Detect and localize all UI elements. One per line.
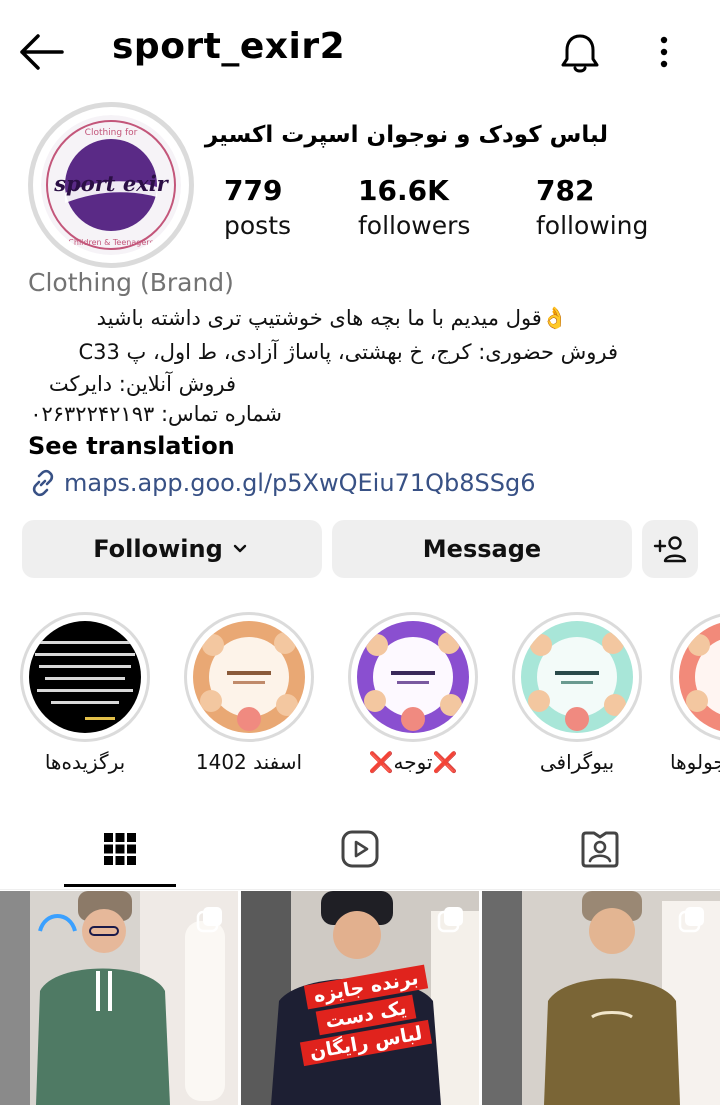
highlight-cover <box>193 621 305 733</box>
following-button[interactable]: Following <box>22 520 322 578</box>
following-count[interactable]: 782 following <box>536 174 648 240</box>
bio-line: فروش آنلاین: دایرکت <box>48 372 236 396</box>
bell-icon <box>561 34 599 73</box>
stat-label: followers <box>358 211 471 240</box>
highlight-ring <box>20 612 150 742</box>
highlight-cover-image <box>29 621 141 733</box>
logo-ring-top: Clothing for <box>85 128 138 138</box>
profile-avatar[interactable]: sport exir Clothing for Children & Teena… <box>28 102 194 268</box>
highlight-label: برگزیده‌ها <box>44 750 126 774</box>
tagged-icon <box>581 831 619 868</box>
highlight-featured[interactable]: برگزیده‌ها <box>20 612 150 774</box>
followers-count[interactable]: 16.6K followers <box>358 174 470 240</box>
bio-line: شماره تماس: ۰۲۶۳۲۲۴۲۱۹۳ <box>30 402 282 426</box>
stat-label: posts <box>224 211 292 240</box>
notifications-button[interactable] <box>556 28 604 76</box>
highlight-attention[interactable]: ❌توجه❌ <box>348 612 478 774</box>
avatar: sport exir Clothing for Children & Teena… <box>41 115 181 255</box>
more-options-button[interactable] <box>644 28 684 76</box>
add-person-icon <box>653 536 687 563</box>
message-button[interactable]: Message <box>332 520 632 578</box>
highlight-ring <box>512 612 642 742</box>
see-translation-link[interactable]: See translation <box>28 432 235 460</box>
highlight-partial[interactable]: جولوها <box>670 612 720 774</box>
post-thumbnail[interactable] <box>482 891 720 1105</box>
carousel-icon <box>196 907 222 933</box>
following-label: Following <box>93 535 223 563</box>
highlight-label: ❌توجه❌ <box>368 750 458 774</box>
highlight-ring <box>670 612 720 742</box>
stat-value: 16.6K <box>358 174 449 207</box>
chevron-down-icon <box>233 544 246 553</box>
sport-exir-logo: sport exir Clothing for Children & Teena… <box>41 115 181 255</box>
highlight-cover-image <box>521 621 633 733</box>
tab-tagged[interactable] <box>545 810 655 888</box>
highlight-label: بیوگرافی <box>539 750 615 774</box>
carousel-icon <box>678 907 704 933</box>
profile-link[interactable]: maps.app.goo.gl/p5XwQEiu71Qb8SSg6 <box>28 466 535 500</box>
highlight-cover <box>521 621 633 733</box>
highlight-cover <box>357 621 469 733</box>
logo-text: sport exir <box>53 171 169 196</box>
stat-value: 782 <box>536 174 595 207</box>
highlight-esfand[interactable]: اسفند 1402 <box>184 612 314 774</box>
highlight-ring <box>184 612 314 742</box>
reels-icon <box>341 830 379 868</box>
top-bar: sport_exir2 <box>0 0 720 100</box>
back-button[interactable] <box>18 30 66 74</box>
highlight-cover-image <box>357 621 469 733</box>
posts-grid: برنده جایزه یک دست لباس رایگان <box>0 891 720 1105</box>
link-icon <box>32 469 54 497</box>
highlight-cover <box>679 621 720 733</box>
profile-username: sport_exir2 <box>112 26 346 67</box>
highlight-biography[interactable]: بیوگرافی <box>512 612 642 774</box>
link-url: maps.app.goo.gl/p5XwQEiu71Qb8SSg6 <box>64 469 536 497</box>
highlight-cover <box>29 621 141 733</box>
tab-grid[interactable] <box>65 810 175 888</box>
profile-category: Clothing (Brand) <box>28 268 234 297</box>
post-promo-overlay: برنده جایزه یک دست لباس رایگان <box>281 964 451 1067</box>
post-thumbnail[interactable]: برنده جایزه یک دست لباس رایگان <box>241 891 479 1105</box>
profile-display-name: لباس کودک و نوجوان اسپرت اکسیر <box>204 122 608 148</box>
highlight-cover-image <box>193 621 305 733</box>
grid-icon <box>104 833 136 865</box>
post-thumbnail[interactable] <box>0 891 238 1105</box>
highlight-label: اسفند 1402 <box>195 750 303 774</box>
arrow-left-icon <box>20 34 64 70</box>
highlight-cover-image <box>679 621 720 733</box>
highlight-ring <box>348 612 478 742</box>
tab-reels[interactable] <box>305 810 415 888</box>
bio-line: 👌قول میدیم با ما بچه های خوشتیپ تری داشت… <box>96 306 568 330</box>
add-person-button[interactable] <box>642 520 698 578</box>
active-tab-indicator <box>64 884 176 887</box>
profile-tabs <box>0 810 720 890</box>
more-vertical-icon <box>660 36 668 68</box>
posts-count[interactable]: 779 posts <box>224 174 291 240</box>
highlight-label: جولوها <box>670 750 720 774</box>
stat-label: following <box>536 211 649 240</box>
bio-line: فروش حضوری: کرج، خ بهشتی، پاساژ آزادی، ط… <box>78 340 618 364</box>
logo-ring-bottom: Children & Teenagers <box>68 238 153 247</box>
message-label: Message <box>422 535 542 563</box>
stat-value: 779 <box>224 174 283 207</box>
carousel-icon <box>437 907 463 933</box>
